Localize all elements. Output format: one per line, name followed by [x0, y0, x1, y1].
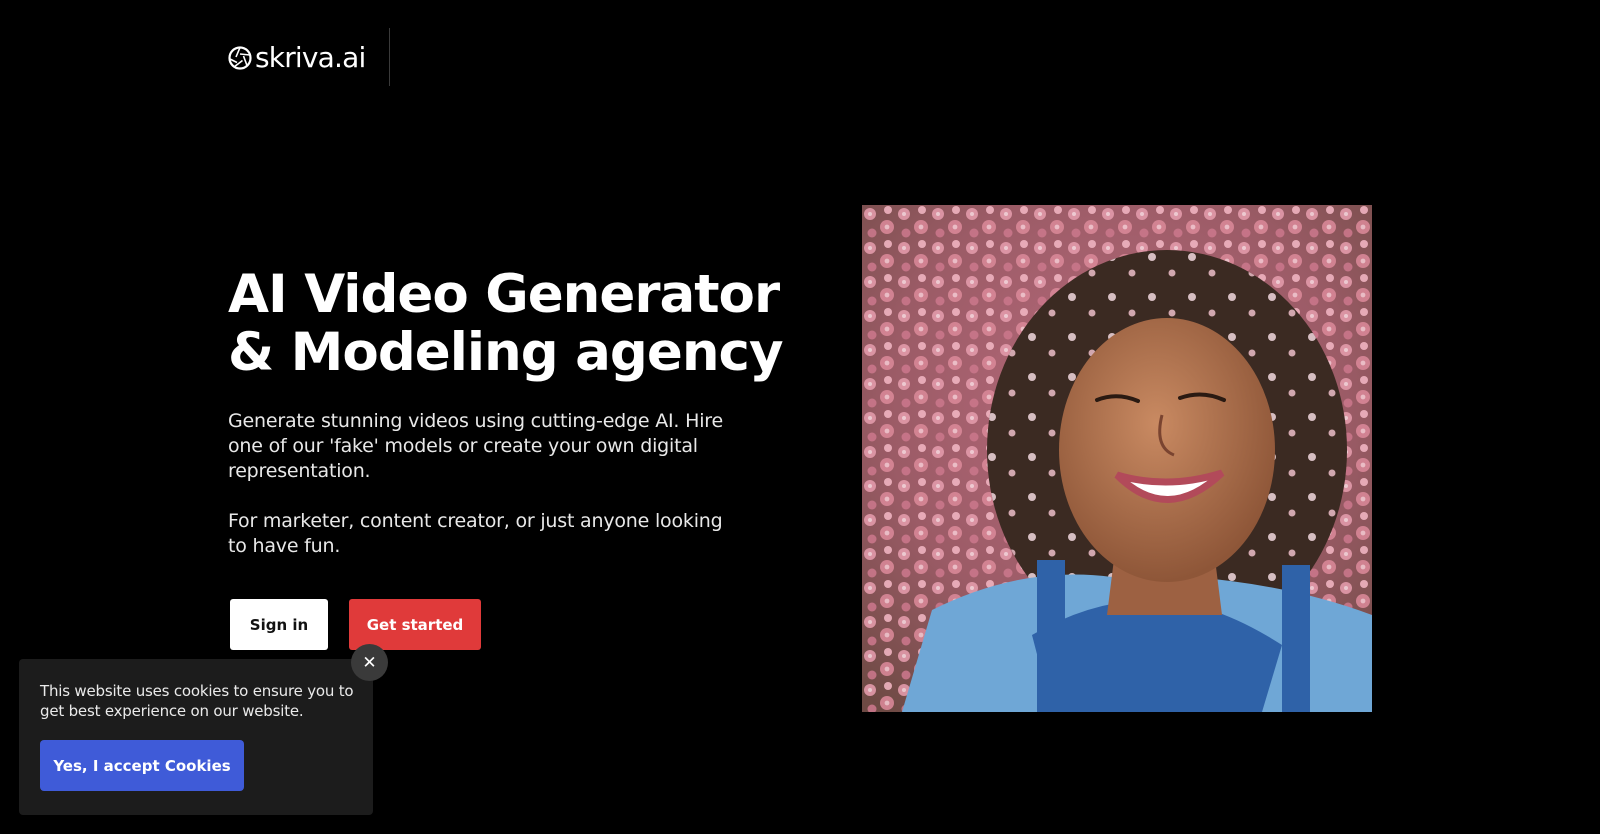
hero-title-line-1: AI Video Generator — [228, 264, 780, 325]
brand-logo[interactable]: skriva.ai — [228, 38, 366, 78]
cookie-message: This website uses cookies to ensure you … — [40, 682, 354, 720]
landing-page: skriva.ai AI Video Generator & Modeling … — [0, 0, 1600, 834]
close-icon[interactable]: ✕ — [351, 644, 388, 681]
cookie-banner: This website uses cookies to ensure you … — [19, 659, 373, 815]
hero-title-line-2: & Modeling agency — [228, 322, 784, 383]
hero-photo-illustration — [862, 205, 1372, 712]
accept-cookies-button[interactable]: Yes, I accept Cookies — [40, 740, 244, 791]
header-divider — [389, 28, 390, 86]
sign-in-button[interactable]: Sign in — [230, 599, 328, 650]
get-started-button[interactable]: Get started — [349, 599, 481, 650]
hero-title: AI Video Generator & Modeling agency — [228, 266, 788, 382]
brand-name: skriva.ai — [255, 41, 366, 74]
hero-description-paragraph-2: For marketer, content creator, or just a… — [228, 510, 723, 557]
aperture-icon — [228, 46, 252, 70]
hero-description-paragraph-1: Generate stunning videos using cutting-e… — [228, 410, 723, 482]
hero-description: Generate stunning videos using cutting-e… — [228, 409, 743, 584]
hero-photo — [862, 205, 1372, 712]
